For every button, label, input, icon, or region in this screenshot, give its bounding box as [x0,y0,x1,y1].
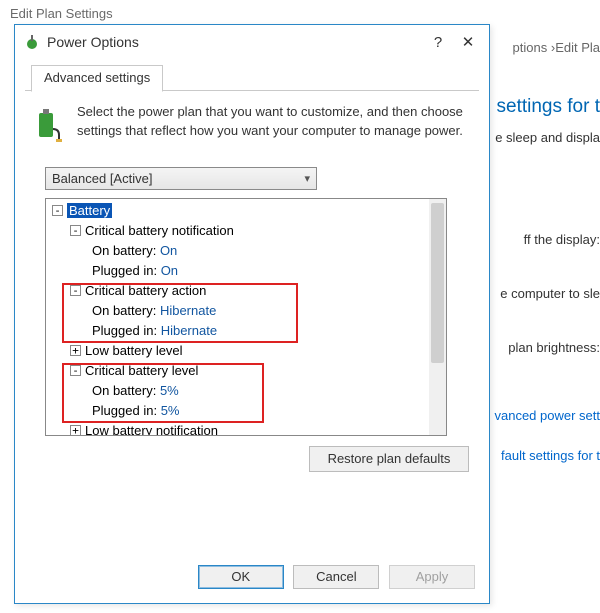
tree-node-battery[interactable]: -Battery [50,201,442,221]
tree-label: Critical battery level [85,363,198,378]
tree-key: On battery: [92,383,156,398]
tree-node-low-level[interactable]: + Low battery level [50,341,442,361]
power-icon [23,33,41,51]
breadcrumb-seg: ptions [513,40,548,55]
ok-button[interactable]: OK [198,565,284,589]
bg-link[interactable]: vanced power sett [494,408,600,423]
tree-label: Low battery notification [85,423,218,436]
collapse-icon[interactable]: - [70,285,81,296]
settings-tree[interactable]: -Battery -Critical battery notification … [45,198,447,436]
restore-defaults-button[interactable]: Restore plan defaults [309,446,469,472]
tree-label: Critical battery notification [85,223,234,238]
tree-value: 5% [161,403,180,418]
scrollbar[interactable] [429,199,446,435]
tree-key: On battery: [92,243,156,258]
bg-label: e computer to sle [500,286,600,301]
power-plan-value: Balanced [Active] [52,171,152,186]
breadcrumb-seg: Edit Pla [555,40,600,55]
tree-key: Plugged in: [92,323,157,338]
tree-label: Critical battery action [85,283,206,298]
power-options-dialog: Power Options ? ✕ Advanced settings Sele… [14,24,490,604]
tree-key: On battery: [92,303,156,318]
tree-leaf[interactable]: On battery: Hibernate [50,301,442,321]
tree-leaf[interactable]: On battery: On [50,241,442,261]
dialog-button-row: OK Cancel Apply [15,553,489,603]
tree-leaf[interactable]: Plugged in: On [50,261,442,281]
tree-node-critical-level[interactable]: -Critical battery level [50,361,442,381]
tab-strip: Advanced settings [25,63,479,91]
close-button[interactable]: ✕ [453,33,483,51]
apply-button: Apply [389,565,475,589]
battery-plug-icon [31,103,65,143]
expand-icon[interactable]: + [70,345,81,356]
tree-leaf[interactable]: Plugged in: Hibernate [50,321,442,341]
power-plan-select[interactable]: Balanced [Active] [45,167,317,190]
tree-label: Low battery level [85,343,183,358]
bg-link[interactable]: fault settings for t [501,448,600,463]
collapse-icon[interactable]: - [70,365,81,376]
dialog-titlebar: Power Options ? ✕ [15,25,489,59]
tree-key: Plugged in: [92,403,157,418]
collapse-icon[interactable]: - [70,225,81,236]
scrollbar-thumb[interactable] [431,203,444,363]
breadcrumb: ptions Edit Pla [513,40,600,55]
tree-node-critical-notification[interactable]: -Critical battery notification [50,221,442,241]
bg-label: ff the display: [524,232,600,247]
cancel-button[interactable]: Cancel [293,565,379,589]
page-subtext: e sleep and displa [495,130,600,145]
tree-key: Plugged in: [92,263,157,278]
tree-value: Hibernate [161,323,217,338]
tree-leaf[interactable]: On battery: 5% [50,381,442,401]
page-heading: settings for t [497,96,600,118]
tree-node-critical-action[interactable]: -Critical battery action [50,281,442,301]
intro-text: Select the power plan that you want to c… [77,103,469,143]
tree-node-low-notification[interactable]: + Low battery notification [50,421,442,436]
help-button[interactable]: ? [423,34,453,51]
tree-leaf[interactable]: Plugged in: 5% [50,401,442,421]
bg-label: plan brightness: [508,340,600,355]
dialog-title: Power Options [47,34,423,50]
tree-value: On [161,263,178,278]
collapse-icon[interactable]: - [52,205,63,216]
tab-advanced-settings[interactable]: Advanced settings [31,65,163,92]
expand-icon[interactable]: + [70,425,81,436]
tree-value: On [160,243,177,258]
tree-label: Battery [67,203,112,218]
tree-value: Hibernate [160,303,216,318]
outer-window-title: Edit Plan Settings [0,0,600,25]
tree-value: 5% [160,383,179,398]
